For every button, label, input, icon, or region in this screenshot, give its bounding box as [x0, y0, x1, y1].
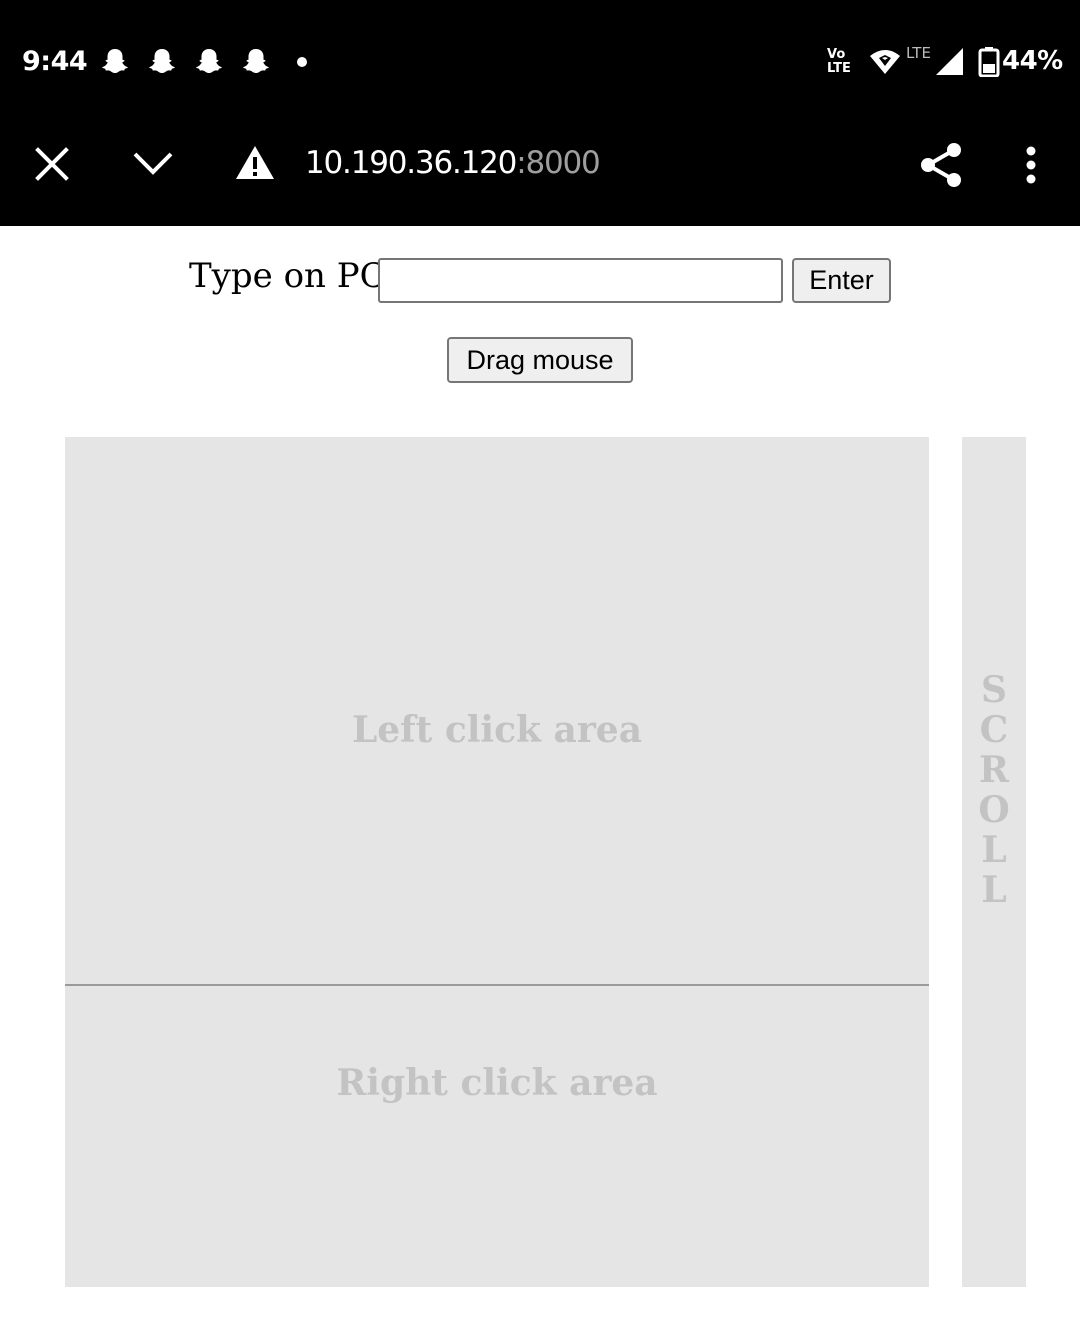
more-vert-icon[interactable]: [1024, 146, 1038, 184]
volte-indicator: Vo LTE: [827, 48, 851, 76]
scroll-letter: S: [981, 669, 1007, 711]
snapchat-icon: [102, 49, 128, 73]
status-time: 9:44: [22, 46, 88, 77]
drag-mouse-button[interactable]: Drag mouse: [447, 337, 633, 383]
scroll-letter: L: [981, 869, 1007, 911]
scroll-letter: O: [978, 789, 1010, 831]
signal-icon: [936, 48, 963, 75]
left-click-area[interactable]: Left click area: [65, 437, 929, 986]
type-on-pc-input[interactable]: [378, 258, 783, 303]
right-click-area[interactable]: Right click area: [65, 986, 929, 1287]
url-host: 10.190.36.120: [305, 145, 517, 181]
scroll-area[interactable]: S C R O L L: [962, 437, 1026, 1287]
more-notifications-dot: [297, 57, 307, 67]
chevron-down-icon[interactable]: [132, 151, 174, 177]
top-bar: 9:44 Vo LTE LTE 44% 10.190.36.120:8000: [0, 0, 1080, 226]
url-port: :8000: [516, 145, 601, 181]
warning-icon[interactable]: [235, 145, 275, 180]
close-icon[interactable]: [34, 146, 70, 182]
left-click-area-label: Left click area: [351, 709, 643, 751]
scroll-letter: C: [979, 709, 1009, 751]
volte-top: Vo: [827, 47, 846, 62]
network-type-label: LTE: [906, 44, 931, 62]
volte-bottom: LTE: [827, 61, 851, 76]
battery-percent: 44%: [1002, 46, 1063, 76]
url-bar[interactable]: 10.190.36.120:8000: [305, 145, 601, 181]
snapchat-icon: [149, 49, 175, 73]
scroll-letter: R: [979, 749, 1009, 791]
share-icon[interactable]: [919, 142, 963, 188]
hotspot-icon: [870, 50, 900, 74]
snapchat-icon: [196, 49, 222, 73]
battery-icon: [978, 47, 1000, 77]
scroll-letter: L: [981, 829, 1007, 871]
type-on-pc-label: Type on PC: [189, 256, 386, 296]
right-click-area-label: Right click area: [336, 1062, 658, 1104]
enter-button[interactable]: Enter: [792, 258, 891, 303]
snapchat-icon: [243, 49, 269, 73]
